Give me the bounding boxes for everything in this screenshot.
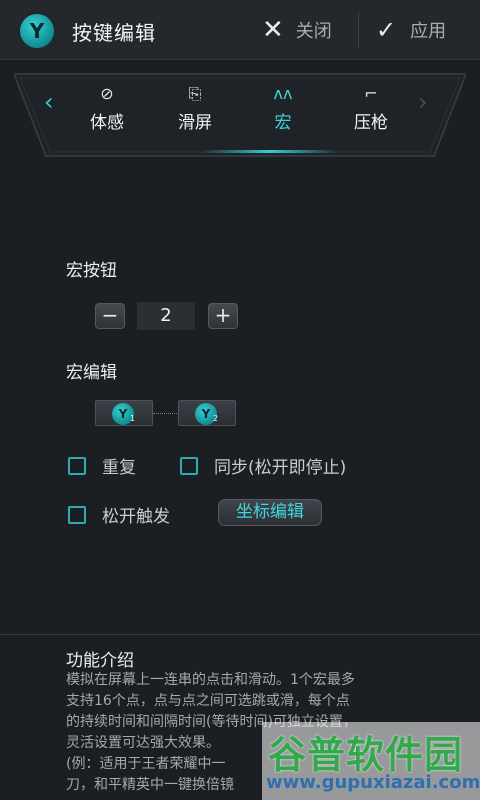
apply-button[interactable]: ✓ 应用 xyxy=(376,14,446,46)
close-button[interactable]: ✕ 关闭 xyxy=(262,14,332,46)
checkbox-label: 重复 xyxy=(102,458,136,478)
point-index: 2 xyxy=(213,414,219,423)
macro-count-value: 2 xyxy=(137,302,195,330)
macro-icon: ʌʌ xyxy=(273,84,293,103)
checkbox-box[interactable] xyxy=(68,505,86,524)
header-divider xyxy=(358,12,359,48)
repeat-checkbox[interactable]: 重复 xyxy=(68,453,136,478)
app-logo: Y xyxy=(20,14,54,48)
page-title: 按键编辑 xyxy=(72,21,156,45)
intro-line: 支持16个点，点与点之间可选跳或滑，每个点 xyxy=(66,693,350,709)
point-index: 1 xyxy=(130,414,136,423)
checkbox-box[interactable] xyxy=(68,456,86,475)
watermark-url: www.gupuxiazai.com xyxy=(266,772,480,793)
release-trigger-checkbox[interactable]: 松开触发 xyxy=(68,502,170,527)
link-icon: ⊘ xyxy=(100,84,114,103)
intro-title: 功能介绍 xyxy=(66,651,134,671)
swipe-icon: ⎘ xyxy=(188,84,202,103)
coordinate-edit-button[interactable]: 坐标编辑 xyxy=(218,499,322,526)
macro-point-2[interactable]: Y 2 xyxy=(178,400,236,426)
connector-line xyxy=(153,413,179,414)
tab-label: 体感 xyxy=(90,113,124,133)
checkbox-label: 同步(松开即停止) xyxy=(214,458,347,478)
macro-edit-label: 宏编辑 xyxy=(66,363,117,383)
decrement-button[interactable]: − xyxy=(95,303,125,329)
tab-label: 压枪 xyxy=(354,113,388,133)
close-icon: ✕ xyxy=(262,15,284,45)
tab-macro[interactable]: ʌʌ 宏 xyxy=(248,84,318,133)
checkbox-box[interactable] xyxy=(180,456,198,475)
macro-point-1[interactable]: Y 1 xyxy=(95,400,153,426)
section-divider xyxy=(0,634,480,635)
tab-label: 滑屏 xyxy=(178,113,212,133)
macro-button-label: 宏按钮 xyxy=(66,261,117,281)
gun-icon: ⌐ xyxy=(364,84,378,103)
intro-line: 模拟在屏幕上一连串的点击和滑动。1个宏最多 xyxy=(66,672,355,688)
close-label: 关闭 xyxy=(295,21,332,42)
tab-swipe[interactable]: ⎘ 滑屏 xyxy=(160,84,230,133)
tab-next-arrow[interactable]: › xyxy=(418,88,428,116)
tab-somatosensory[interactable]: ⊘ 体感 xyxy=(72,84,142,133)
tab-label: 宏 xyxy=(274,113,292,133)
top-bar: Y 按键编辑 ✕ 关闭 ✓ 应用 xyxy=(0,0,480,60)
mode-tab-bar: ‹ ⊘ 体感 ⎘ 滑屏 ʌʌ 宏 ⌐ 压枪 › xyxy=(14,72,466,158)
active-tab-indicator xyxy=(200,150,340,153)
tab-recoil[interactable]: ⌐ 压枪 xyxy=(336,84,406,133)
checkbox-label: 松开触发 xyxy=(102,507,170,527)
increment-button[interactable]: + xyxy=(208,303,238,329)
apply-label: 应用 xyxy=(410,21,447,42)
watermark-logo: 谷普软件园 xyxy=(268,733,464,777)
check-icon: ✓ xyxy=(376,16,397,44)
sync-checkbox[interactable]: 同步(松开即停止) xyxy=(180,453,346,478)
tab-prev-arrow[interactable]: ‹ xyxy=(44,88,54,116)
